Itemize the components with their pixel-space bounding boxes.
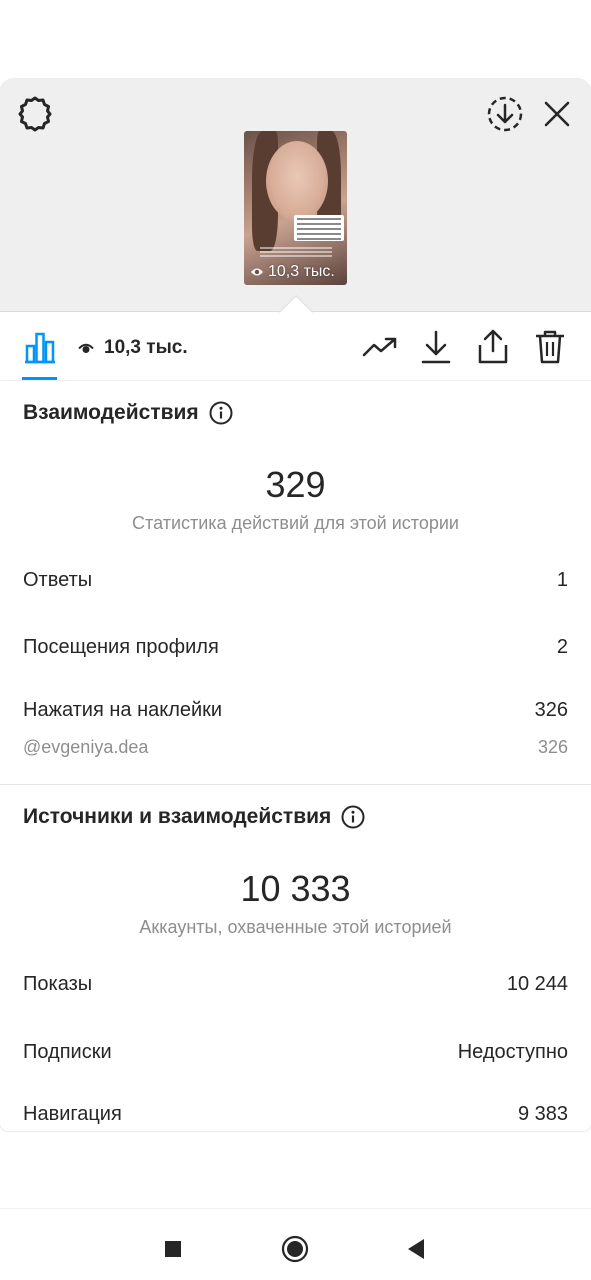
section-divider bbox=[0, 784, 591, 785]
settings-button[interactable] bbox=[14, 93, 56, 135]
view-count-label: 10,3 тыс. bbox=[104, 337, 188, 358]
story-insights-sheet: 10,3 тыс. 10,3 тыс. Взаимодействия 329 С… bbox=[0, 79, 591, 1131]
story-preview-header: 10,3 тыс. bbox=[0, 79, 591, 312]
trend-icon bbox=[362, 337, 397, 357]
metric-row: Показы 10 244 bbox=[23, 973, 568, 996]
download-icon bbox=[421, 330, 451, 364]
trash-icon bbox=[536, 330, 564, 364]
discovery-section-title: Источники и взаимодействия bbox=[23, 805, 365, 829]
metric-label: Подписки bbox=[23, 1041, 112, 1063]
discovery-total: 10 333 bbox=[240, 868, 351, 909]
thumbnail-mention-text bbox=[254, 245, 338, 259]
story-thumbnail[interactable]: 10,3 тыс. bbox=[244, 131, 347, 285]
metric-value: 2 bbox=[556, 636, 568, 658]
interactions-total: 329 bbox=[265, 464, 326, 505]
discovery-title-text: Источники и взаимодействия bbox=[23, 805, 332, 828]
metric-value: 10 244 bbox=[506, 973, 568, 995]
interactions-title-text: Взаимодействия bbox=[23, 401, 199, 424]
back-triangle-icon bbox=[408, 1239, 424, 1259]
metric-value: 326 bbox=[534, 699, 568, 721]
thumbnail-caption-sticker bbox=[294, 215, 344, 241]
view-count[interactable]: 10,3 тыс. bbox=[78, 333, 188, 363]
download-story-button[interactable] bbox=[484, 93, 526, 135]
sticker-taps-value: 326 bbox=[537, 737, 568, 757]
square-icon bbox=[165, 1241, 181, 1257]
home-button[interactable] bbox=[275, 1229, 315, 1269]
delete-button[interactable] bbox=[530, 327, 570, 367]
metric-label: Нажатия на наклейки bbox=[23, 699, 223, 721]
info-icon[interactable] bbox=[341, 805, 365, 829]
metric-value: Недоступно bbox=[457, 1041, 568, 1063]
home-circle-icon bbox=[281, 1235, 309, 1263]
close-icon bbox=[544, 101, 570, 127]
eye-icon bbox=[78, 343, 94, 353]
share-button[interactable] bbox=[473, 327, 513, 367]
metric-label: Показы bbox=[23, 973, 93, 995]
close-button[interactable] bbox=[536, 93, 578, 135]
download-circle-icon bbox=[487, 96, 523, 132]
thumbnail-views-label: 10,3 тыс. bbox=[268, 263, 335, 280]
promote-button[interactable] bbox=[360, 327, 400, 367]
metric-label: Ответы bbox=[23, 569, 93, 591]
metric-row: Посещения профиля 2 bbox=[23, 636, 568, 659]
metric-row: Ответы 1 bbox=[23, 569, 568, 592]
bar-chart-icon bbox=[25, 332, 55, 364]
info-icon[interactable] bbox=[209, 401, 233, 425]
save-button[interactable] bbox=[416, 327, 456, 367]
sticker-detail-row: @evgeniya.dea 326 bbox=[23, 737, 568, 758]
insights-tab-indicator bbox=[22, 377, 57, 380]
eye-icon bbox=[251, 268, 263, 276]
discovery-subtitle: Аккаунты, охваченные этой историей bbox=[139, 917, 452, 937]
sticker-username: @evgeniya.dea bbox=[23, 737, 149, 757]
metric-label: Навигация bbox=[23, 1103, 122, 1125]
metric-value: 9 383 bbox=[517, 1103, 568, 1125]
story-toolbar: 10,3 тыс. bbox=[0, 313, 591, 381]
thumbnail-views: 10,3 тыс. bbox=[250, 263, 335, 281]
insights-tab[interactable] bbox=[20, 327, 60, 367]
system-navigation-bar bbox=[0, 1208, 591, 1280]
recent-apps-button[interactable] bbox=[153, 1229, 193, 1269]
thumbnail-face bbox=[266, 141, 328, 221]
metric-row: Нажатия на наклейки 326 bbox=[23, 699, 568, 722]
settings-icon bbox=[18, 96, 52, 132]
metric-row: Навигация 9 383 bbox=[23, 1103, 568, 1126]
metric-label: Посещения профиля bbox=[23, 636, 219, 658]
share-icon bbox=[478, 329, 508, 364]
metric-row: Подписки Недоступно bbox=[23, 1041, 568, 1064]
interactions-section-title: Взаимодействия bbox=[23, 401, 233, 425]
interactions-subtitle: Статистика действий для этой истории bbox=[132, 513, 459, 533]
back-button[interactable] bbox=[396, 1229, 436, 1269]
metric-value: 1 bbox=[556, 569, 568, 591]
